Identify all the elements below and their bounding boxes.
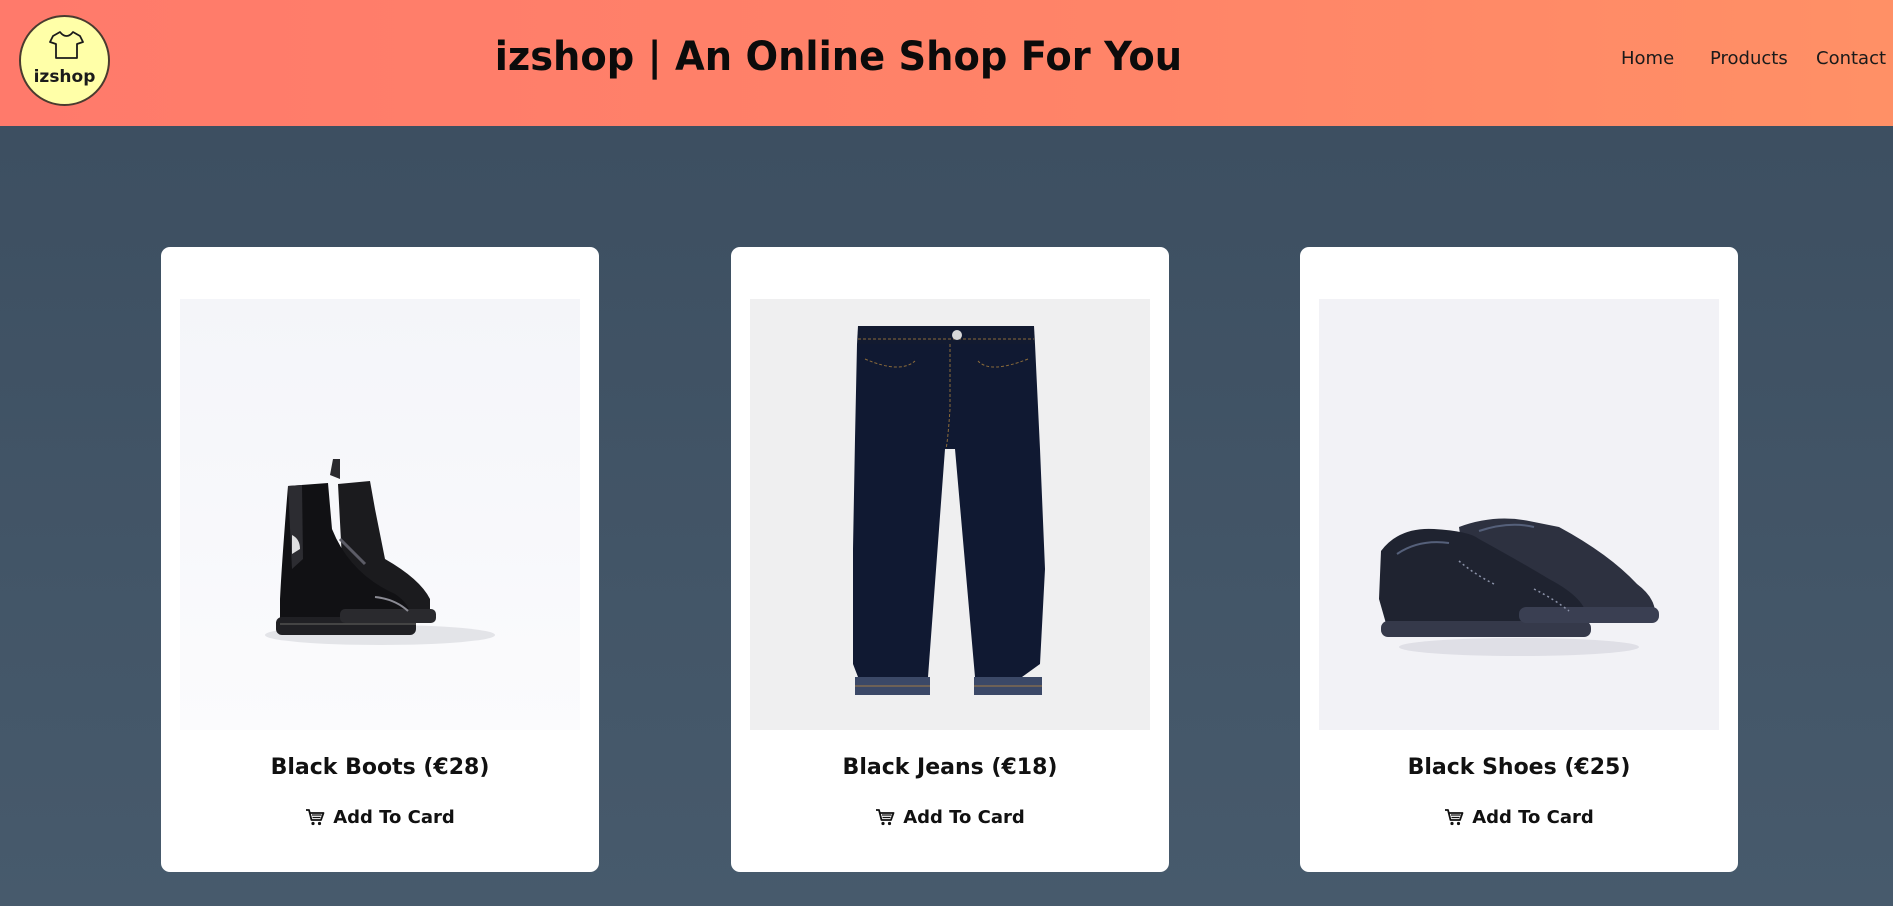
product-card: Black Boots (€28) Add To Card bbox=[161, 247, 599, 872]
product-name: Black Shoes (€25) bbox=[1407, 755, 1631, 780]
product-card: Black Shoes (€25) Add To Card bbox=[1300, 247, 1738, 872]
shopping-cart-icon bbox=[306, 809, 325, 826]
add-to-cart-button[interactable]: Add To Card bbox=[731, 802, 1169, 832]
black-shoes-photo bbox=[1319, 299, 1719, 730]
product-name: Black Boots (€28) bbox=[270, 755, 490, 780]
logo[interactable]: izshop bbox=[19, 15, 110, 106]
page-title: izshop | An Online Shop For You bbox=[494, 34, 1183, 80]
tshirt-icon bbox=[49, 31, 84, 59]
site-header: izshop izshop | An Online Shop For You H… bbox=[0, 0, 1893, 126]
add-to-cart-label: Add To Card bbox=[1472, 806, 1594, 828]
add-to-cart-button[interactable]: Add To Card bbox=[161, 802, 599, 832]
product-image-jeans[interactable] bbox=[750, 299, 1150, 730]
nav-link-contact[interactable]: Contact bbox=[1816, 48, 1886, 69]
product-image-shoes[interactable] bbox=[1319, 299, 1719, 730]
product-name: Black Jeans (€18) bbox=[842, 755, 1058, 780]
product-image-boots[interactable] bbox=[180, 299, 580, 730]
black-jeans-photo bbox=[750, 299, 1150, 730]
add-to-cart-button[interactable]: Add To Card bbox=[1300, 802, 1738, 832]
main-nav: Home Products Contact bbox=[1593, 48, 1893, 76]
add-to-cart-label: Add To Card bbox=[333, 806, 455, 828]
logo-text: izshop bbox=[33, 67, 96, 87]
shopping-cart-icon bbox=[876, 809, 895, 826]
nav-link-products[interactable]: Products bbox=[1710, 48, 1788, 69]
black-boots-photo bbox=[180, 299, 580, 730]
nav-link-home[interactable]: Home bbox=[1621, 48, 1674, 69]
shopping-cart-icon bbox=[1445, 809, 1464, 826]
add-to-cart-label: Add To Card bbox=[903, 806, 1025, 828]
product-card: Black Jeans (€18) Add To Card bbox=[731, 247, 1169, 872]
